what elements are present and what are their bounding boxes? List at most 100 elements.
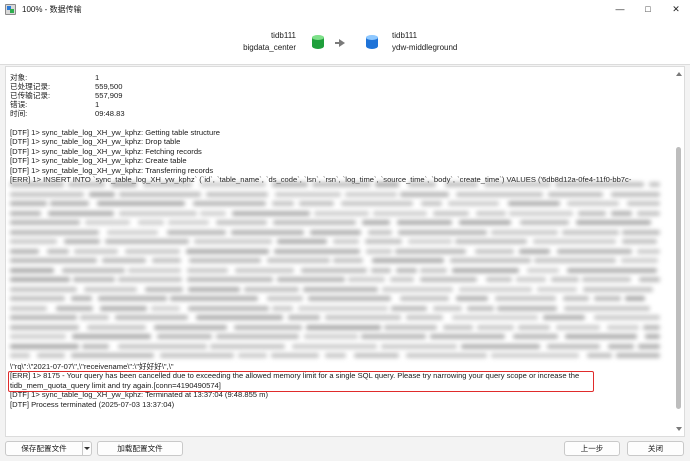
redacted-text: [433, 305, 462, 311]
redacted-text: [10, 305, 48, 311]
footer-bar: 保存配置文件 加载配置文件 上一步 关闭: [0, 437, 690, 461]
redacted-text: [555, 324, 600, 330]
minimize-icon[interactable]: —: [606, 0, 634, 18]
redacted-text: [36, 353, 66, 358]
redacted-text: [82, 343, 110, 349]
redacted-text: [611, 191, 660, 197]
close-window-icon[interactable]: ✕: [662, 0, 690, 18]
redacted-text: [89, 191, 115, 197]
redacted-text: [497, 305, 557, 311]
redacted-text: [168, 220, 210, 225]
redacted-text: [606, 324, 640, 330]
redacted-text: [160, 353, 234, 358]
redacted-text: [272, 201, 294, 206]
redacted-text: [10, 343, 80, 349]
redacted-text: [420, 277, 478, 282]
redacted-text: [102, 258, 146, 263]
redacted-text: [333, 258, 364, 263]
log-line: [DTF] Process terminated (2025-07-03 13:…: [10, 399, 175, 409]
stat-value: 1: [95, 73, 100, 82]
stat-label: 错误:: [10, 100, 28, 109]
redacted-text: [494, 296, 556, 301]
redacted-text: [397, 220, 453, 225]
redacted-text: [621, 239, 658, 244]
redacted-text: [576, 220, 652, 225]
redacted-text: [97, 296, 167, 301]
redacted-text: [375, 182, 399, 187]
redacted-text: [454, 239, 527, 244]
redacted-text: [594, 296, 621, 301]
redacted-text: [84, 220, 130, 225]
redacted-text: [10, 277, 70, 282]
redacted-text: [639, 277, 660, 282]
window-title: 100% - 数据传输: [22, 4, 82, 14]
redacted-text: [518, 324, 551, 330]
redacted-text: [519, 248, 551, 254]
redacted-text: [636, 248, 660, 254]
redacted-text: [333, 239, 359, 244]
load-profile-button[interactable]: 加载配置文件: [97, 441, 183, 456]
target-connection: tidb111: [392, 31, 418, 40]
redacted-text: [79, 315, 109, 320]
redacted-text: [199, 210, 226, 216]
stat-value: 1: [95, 100, 100, 109]
redacted-text: [361, 334, 426, 339]
scrollbar-thumb[interactable]: [676, 147, 681, 409]
redacted-text: [486, 277, 513, 282]
redacted-text: [476, 210, 506, 216]
stat-row: 已处理记录: 559,500: [10, 82, 155, 91]
redacted-text: [205, 191, 268, 197]
redacted-text: [420, 267, 447, 273]
redacted-text: [313, 210, 369, 216]
redacted-text: [421, 201, 442, 206]
redacted-text: [537, 286, 577, 292]
redacted-text: [365, 248, 392, 254]
redacted-text: [234, 324, 303, 330]
back-button[interactable]: 上一步: [564, 441, 620, 456]
log-line: [DTF] 1> sync_table_log_XH_yw_kphz: Crea…: [10, 156, 187, 166]
redacted-text: [87, 324, 147, 330]
redacted-text: [508, 210, 573, 216]
log-panel[interactable]: 对象: 1 已处理记录: 559,500 已传输记录: 557,909 错误: …: [5, 66, 685, 437]
redacted-text: [309, 229, 361, 235]
scroll-up-icon[interactable]: [676, 72, 682, 76]
maximize-icon[interactable]: □: [634, 0, 662, 18]
redacted-text: [620, 258, 658, 263]
redacted-text: [556, 248, 633, 254]
close-button[interactable]: 关闭: [627, 441, 684, 456]
redacted-text: [195, 315, 284, 320]
redacted-text: [73, 248, 118, 254]
redacted-text: [188, 286, 241, 292]
redacted-text: [444, 182, 479, 187]
redacted-text: [303, 286, 378, 292]
redacted-text: [70, 353, 154, 358]
source-connection: tidb111: [270, 31, 296, 40]
redacted-text: [107, 229, 159, 235]
stat-label: 时间:: [10, 109, 28, 118]
redacted-text: [547, 343, 601, 349]
save-profile-button[interactable]: 保存配置文件: [5, 441, 83, 456]
redacted-text: [50, 201, 90, 206]
redacted-text: [490, 229, 559, 235]
redacted-text: [186, 267, 229, 273]
redacted-text: [562, 296, 590, 301]
redacted-text: [215, 334, 300, 339]
redacted-text: [244, 286, 299, 292]
redacted-text: [68, 182, 106, 187]
redacted-text: [10, 353, 31, 358]
redacted-text: [273, 220, 357, 225]
redacted-text: [324, 315, 401, 320]
redacted-text: [267, 258, 330, 263]
redacted-text: [303, 334, 358, 339]
save-profile-dropdown[interactable]: [83, 441, 92, 456]
redacted-text: [118, 210, 197, 216]
redacted-text: [594, 315, 660, 320]
source-info: tidb111 bigdata_center: [243, 30, 296, 54]
redacted-text: [10, 201, 47, 206]
redacted-text: [615, 353, 660, 358]
redacted-text: [199, 182, 266, 187]
scroll-down-icon[interactable]: [676, 427, 682, 431]
redacted-text: [118, 343, 207, 349]
redacted-text: [371, 258, 445, 263]
redacted-text: [430, 334, 506, 339]
